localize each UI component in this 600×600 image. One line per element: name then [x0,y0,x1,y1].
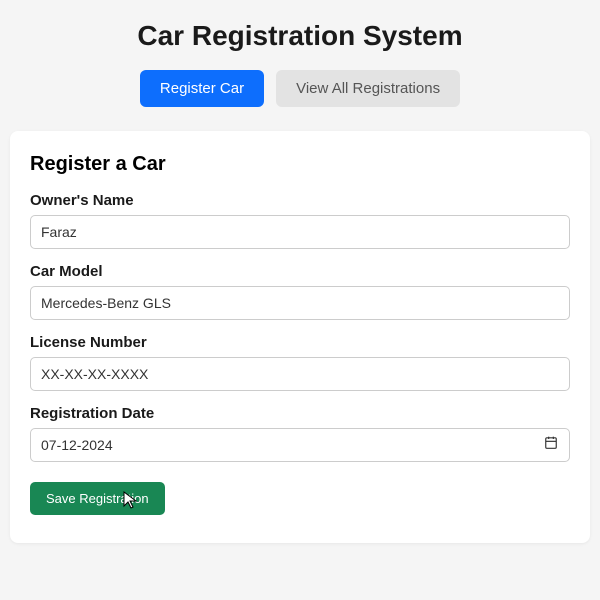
form-heading: Register a Car [30,153,570,176]
tab-view-all-registrations[interactable]: View All Registrations [276,70,460,107]
owner-name-input[interactable] [30,215,570,249]
tab-register-car[interactable]: Register Car [140,70,264,107]
license-number-input[interactable] [30,357,570,391]
tabs-container: Register Car View All Registrations [10,70,590,107]
license-number-label: License Number [30,334,570,351]
registration-date-input[interactable] [30,428,570,462]
registration-date-label: Registration Date [30,405,570,422]
car-model-input[interactable] [30,286,570,320]
page-title: Car Registration System [10,20,590,52]
owner-name-label: Owner's Name [30,192,570,209]
car-model-label: Car Model [30,263,570,280]
save-registration-button[interactable]: Save Registration [30,482,165,515]
registration-form-card: Register a Car Owner's Name Car Model Li… [10,131,590,543]
